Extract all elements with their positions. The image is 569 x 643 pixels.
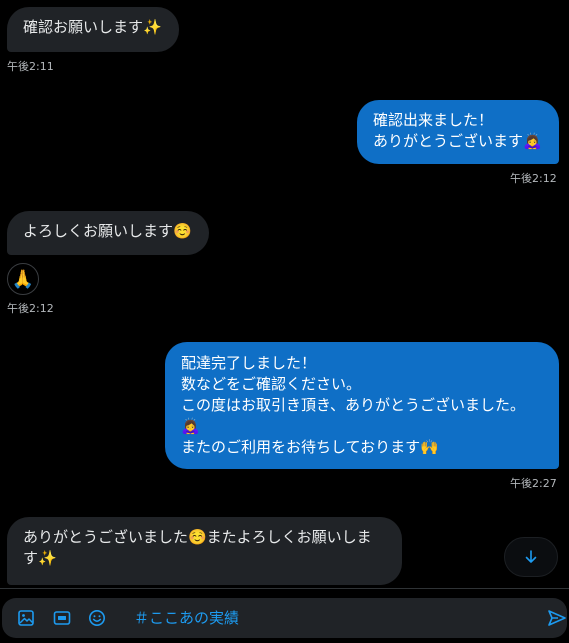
image-icon: [18, 610, 34, 626]
message-timestamp: 午後2:27: [510, 477, 557, 490]
message-timestamp: 午後2:11: [7, 60, 54, 73]
reaction-badge[interactable]: 🙏: [7, 263, 39, 295]
add-image-button[interactable]: [16, 608, 36, 628]
message-bubble-incoming[interactable]: ありがとうございました☺️またよろしくお願いしま す✨: [7, 517, 402, 585]
message-timestamp: 午後2:12: [7, 302, 54, 315]
send-icon: [548, 610, 566, 626]
reaction-emoji: 🙏: [11, 268, 35, 290]
message-timestamp: 午後2:12: [510, 172, 557, 185]
arrow-down-icon: [525, 550, 537, 563]
gif-icon: [53, 611, 71, 625]
send-button[interactable]: [546, 608, 568, 628]
message-bubble-outgoing[interactable]: 確認出来ました！ ありがとうございます🙇‍♀️: [357, 100, 559, 164]
emoji-icon: [89, 610, 105, 626]
message-composer: ＃ここあの実績: [0, 589, 569, 643]
message-bubble-outgoing[interactable]: 配達完了しました！ 数などをご確認ください。 この度はお取引き頂き、ありがとうご…: [165, 342, 559, 469]
message-bubble-incoming[interactable]: よろしくお願いします☺️: [7, 211, 209, 255]
add-gif-button[interactable]: [52, 608, 72, 628]
message-bubble-incoming[interactable]: 確認お願いします✨: [7, 7, 179, 52]
emoji-picker-button[interactable]: [87, 608, 107, 628]
message-list[interactable]: 確認お願いします✨ 午後2:11 確認出来ました！ ありがとうございます🙇‍♀️…: [0, 0, 569, 588]
scroll-to-bottom-button[interactable]: [504, 537, 558, 577]
composer-box: ＃ここあの実績: [2, 598, 567, 638]
message-input[interactable]: ＃ここあの実績: [134, 608, 239, 628]
